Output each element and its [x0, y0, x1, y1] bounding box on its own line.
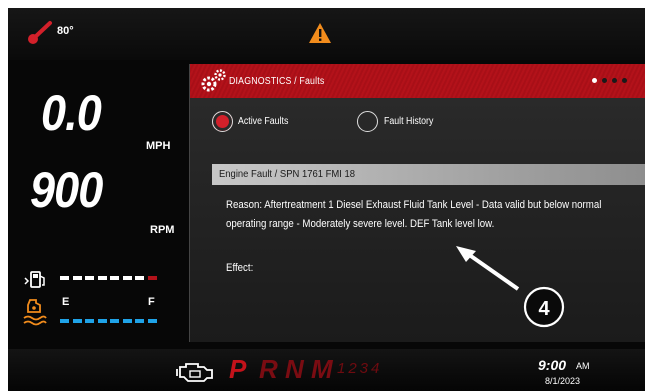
gauge-segment [60, 319, 69, 323]
gauge-segment [60, 276, 69, 280]
gauge-segment [147, 276, 157, 280]
warning-triangle-icon[interactable] [308, 22, 332, 44]
callout-annotation: 4 [456, 246, 565, 328]
temperature-value: 80° [57, 25, 74, 37]
gear-park: P [229, 354, 247, 384]
transmission-bar: P R N M 1234 9:00 AM 8/1/2023 [8, 349, 645, 391]
temperature-readout: 80° [26, 19, 96, 45]
gauge-segment [122, 319, 132, 323]
gear-reverse: R [259, 354, 278, 384]
gauge-segment [97, 319, 107, 323]
gauge-segment [97, 276, 107, 280]
def-gauge [60, 319, 160, 323]
gauge-segment [85, 319, 94, 323]
gauge-segment [85, 276, 94, 280]
gear-numbers: 1234 [337, 360, 383, 377]
gauge-segment [110, 319, 119, 323]
gauge-segment [72, 319, 82, 323]
clock-ampm: AM [576, 361, 590, 371]
def-full-label: F [148, 296, 155, 308]
thermometer-icon [28, 21, 52, 44]
clock-time: 9:00 [538, 357, 567, 373]
speed-unit: MPH [146, 140, 171, 152]
rpm-value: 900 [30, 162, 103, 218]
gauge-segment [147, 319, 157, 323]
gauge-segment [122, 276, 132, 280]
gauge-segment [110, 276, 119, 280]
gauge-segment [72, 276, 82, 280]
rpm-unit: RPM [150, 224, 175, 236]
clock-date: 8/1/2023 [545, 376, 581, 386]
fuel-pump-icon [24, 271, 45, 288]
gear-neutral: N [285, 354, 304, 384]
gauge-segment [135, 319, 144, 323]
gear-manual: M [311, 354, 333, 384]
def-empty-label: E [62, 296, 70, 308]
engine-icon [176, 363, 213, 382]
status-bar: 80° [8, 8, 645, 60]
speed-value: 0.0 [41, 85, 102, 141]
dashboard-screen: 80° 0.0 MPH 900 RPM E F DIAGNOSTICS / Fa… [8, 8, 645, 391]
diagnostics-panel: DIAGNOSTICS / Faults Active Faults Fault… [189, 64, 645, 342]
def-tank-icon [23, 299, 47, 326]
callout-arrow-line [466, 252, 520, 291]
callout-number: 4 [538, 298, 550, 320]
fuel-gauge [60, 276, 160, 280]
gauge-segment [135, 276, 144, 280]
